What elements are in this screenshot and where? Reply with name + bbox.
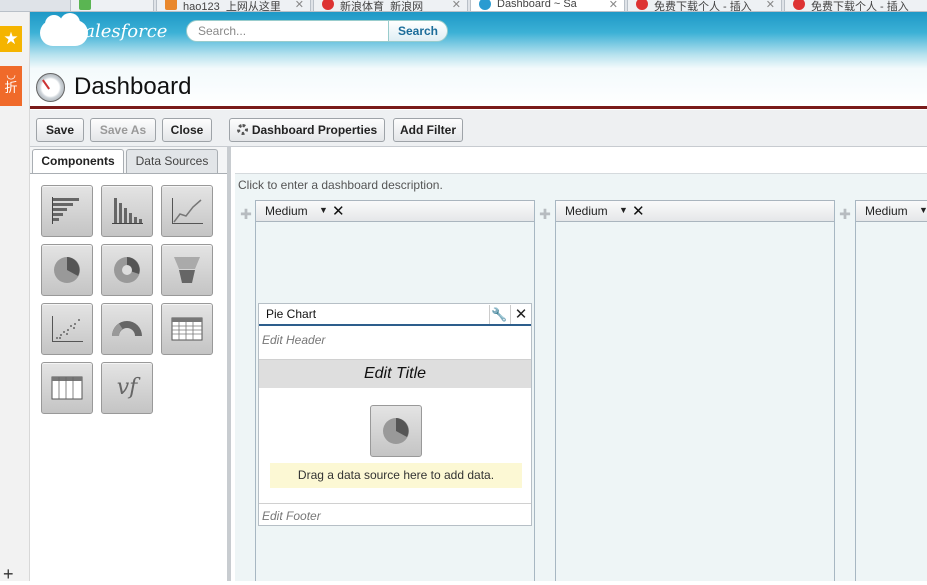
- browser-tab-sina[interactable]: 新浪体育_新浪网 ✕: [313, 0, 468, 11]
- column-add-handle-icon[interactable]: ✚: [238, 206, 254, 223]
- tab-favicon-icon: [165, 0, 177, 10]
- pie-chart-icon[interactable]: [41, 244, 93, 296]
- table-icon[interactable]: [161, 303, 213, 355]
- browser-tab-dashboard[interactable]: Dashboard ~ Sa ✕: [470, 0, 625, 11]
- column-size-dropdown-icon[interactable]: ▼: [919, 205, 927, 215]
- tab-close-icon[interactable]: ✕: [295, 0, 304, 11]
- tab-components[interactable]: Components: [32, 149, 124, 175]
- scatter-chart-icon[interactable]: [41, 303, 93, 355]
- horizontal-bar-chart-icon[interactable]: [41, 185, 93, 237]
- column-size-label: Medium: [565, 204, 608, 218]
- browser-tab-download[interactable]: 免费下载个人 - 插入 ✕: [627, 0, 782, 11]
- gauge-icon[interactable]: [101, 303, 153, 355]
- tab-close-icon[interactable]: ✕: [609, 0, 618, 11]
- vf-label: vf: [116, 375, 138, 400]
- browser-tab[interactable]: [70, 0, 154, 11]
- discount-icon[interactable]: ◡ 折: [0, 66, 22, 106]
- browser-tab-download-2[interactable]: 免费下载个人 - 插入: [784, 0, 927, 11]
- salesforce-logo-text[interactable]: salesforce: [75, 21, 167, 42]
- remove-column-icon[interactable]: ✕: [632, 202, 645, 220]
- tab-close-icon[interactable]: ✕: [766, 0, 775, 11]
- dashboard-gauge-icon: [36, 73, 65, 102]
- add-filter-button[interactable]: Add Filter: [393, 118, 463, 142]
- column-header: Medium ▼ ✕: [556, 200, 834, 222]
- column-header: Medium ▼: [856, 200, 927, 222]
- search-button[interactable]: Search: [388, 20, 448, 42]
- add-icon[interactable]: +: [3, 564, 14, 585]
- edit-title-field[interactable]: Edit Title: [259, 365, 531, 383]
- save-as-button[interactable]: Save As: [90, 118, 156, 142]
- data-source-drop-zone[interactable]: Drag a data source here to add data.: [270, 463, 522, 488]
- gear-icon: [236, 124, 248, 135]
- edit-header-field[interactable]: Edit Header: [262, 333, 325, 347]
- component-palette: Components Data Sources vf: [30, 147, 231, 581]
- column-size-dropdown-icon[interactable]: ▼: [619, 205, 628, 215]
- pie-chart-component[interactable]: Pie Chart 🔧 ✕ Edit Header Edit Title Dra…: [258, 303, 532, 526]
- tab-favicon-icon: [636, 0, 648, 10]
- vertical-bar-chart-icon[interactable]: [101, 185, 153, 237]
- save-button[interactable]: Save: [36, 118, 84, 142]
- component-title: Pie Chart: [266, 307, 317, 321]
- visualforce-page-icon[interactable]: vf: [101, 362, 153, 414]
- tab-favicon-icon: [79, 0, 91, 10]
- dashboard-description[interactable]: Click to enter a dashboard description.: [238, 178, 443, 192]
- browser-tab-hao123[interactable]: hao123_上网从这里 ✕: [156, 0, 311, 11]
- close-button[interactable]: Close: [162, 118, 212, 142]
- dashboard-properties-button[interactable]: Dashboard Properties: [229, 118, 385, 142]
- wrench-icon[interactable]: 🔧: [489, 305, 509, 324]
- column-size-label: Medium: [865, 204, 908, 218]
- browser-tab-strip: hao123_上网从这里 ✕ 新浪体育_新浪网 ✕ Dashboard ~ Sa…: [0, 0, 927, 12]
- column-size-label: Medium: [265, 204, 308, 218]
- footer-divider: [259, 503, 531, 504]
- app-header: salesforce Search... Search Dashboard: [30, 12, 927, 109]
- description-bar[interactable]: [235, 147, 927, 174]
- remove-column-icon[interactable]: ✕: [332, 202, 345, 220]
- star-icon[interactable]: ★: [0, 26, 22, 52]
- funnel-chart-icon[interactable]: [161, 244, 213, 296]
- tab-favicon-icon: [479, 0, 491, 10]
- dashboard-toolbar: Save Save As Close Dashboard Properties …: [30, 110, 927, 147]
- tab-favicon-icon: [793, 0, 805, 10]
- component-header: Pie Chart 🔧 ✕: [259, 304, 531, 326]
- page-title: Dashboard: [74, 73, 192, 100]
- discount-label: 折: [4, 80, 18, 95]
- title-bar: Edit Title: [259, 359, 531, 388]
- line-chart-icon[interactable]: [161, 185, 213, 237]
- donut-chart-icon[interactable]: [101, 244, 153, 296]
- dashboard-canvas: Click to enter a dashboard description. …: [235, 147, 927, 581]
- pie-chart-icon[interactable]: [370, 405, 422, 457]
- tab-data-sources[interactable]: Data Sources: [126, 149, 218, 173]
- browser-sidebar: ★ ◡ 折 +: [0, 12, 30, 584]
- dashboard-properties-label: Dashboard Properties: [251, 123, 378, 137]
- tab-close-icon[interactable]: ✕: [452, 0, 461, 11]
- components-grid: vf: [30, 174, 227, 581]
- dashboard-column-1: Medium ▼ ✕ Pie Chart 🔧 ✕ Edit Header Edi…: [255, 200, 535, 581]
- metric-table-icon[interactable]: [41, 362, 93, 414]
- column-size-dropdown-icon[interactable]: ▼: [319, 205, 328, 215]
- column-add-handle-icon[interactable]: ✚: [837, 206, 853, 223]
- dashboard-column-2: Medium ▼ ✕: [555, 200, 835, 581]
- column-add-handle-icon[interactable]: ✚: [537, 206, 553, 223]
- edit-footer-field[interactable]: Edit Footer: [262, 509, 321, 523]
- column-header: Medium ▼ ✕: [256, 200, 534, 222]
- search-input[interactable]: Search...: [186, 20, 390, 42]
- tab-favicon-icon: [322, 0, 334, 10]
- dashboard-column-3: Medium ▼: [855, 200, 927, 581]
- close-icon[interactable]: ✕: [510, 305, 531, 324]
